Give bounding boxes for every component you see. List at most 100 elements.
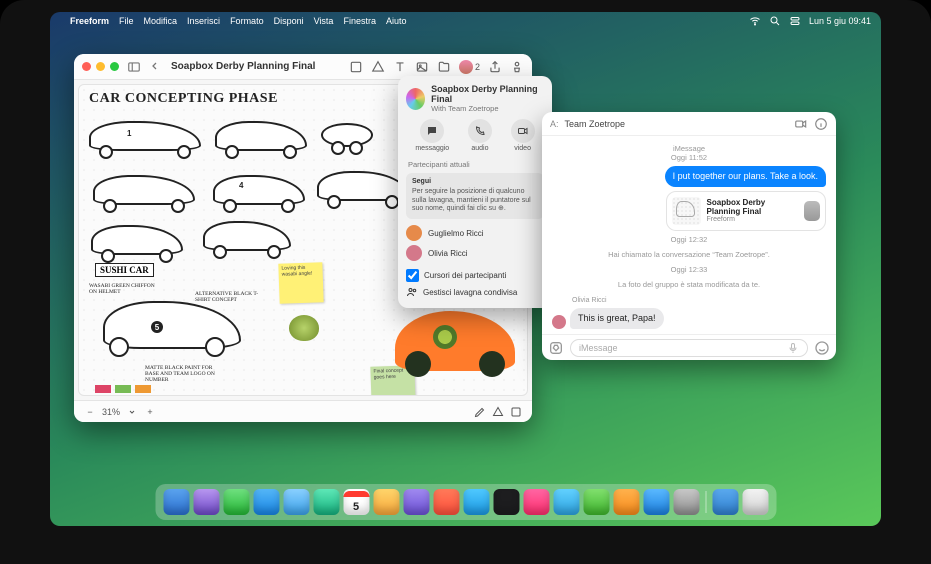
menu-edit[interactable]: Modifica bbox=[144, 16, 178, 26]
menu-file[interactable]: File bbox=[119, 16, 134, 26]
collaborators-badge[interactable]: 2 bbox=[459, 60, 480, 74]
dock-launchpad[interactable] bbox=[193, 489, 219, 515]
concept-sketch-2[interactable] bbox=[211, 113, 311, 159]
participant-1[interactable]: Guglielmo Ricci bbox=[406, 225, 544, 241]
menu-view[interactable]: Vista bbox=[314, 16, 334, 26]
wifi-icon[interactable] bbox=[749, 15, 761, 27]
participants-section-label: Partecipanti attuali bbox=[408, 160, 542, 169]
participant-2[interactable]: Olivia Ricci bbox=[406, 245, 544, 261]
dock-pages[interactable] bbox=[613, 489, 639, 515]
dock-reminders[interactable] bbox=[433, 489, 459, 515]
attachment-app-icon bbox=[804, 201, 820, 221]
message-recv-1[interactable]: This is great, Papa! bbox=[570, 308, 664, 329]
menu-format[interactable]: Formato bbox=[230, 16, 264, 26]
thread-meta-2: Oggi 12:32 bbox=[552, 235, 826, 244]
share-icon[interactable] bbox=[488, 60, 502, 74]
dock-freeform[interactable] bbox=[463, 489, 489, 515]
inspector-icon[interactable] bbox=[510, 60, 524, 74]
menubar: Freeform File Modifica Inserisci Formato… bbox=[50, 12, 881, 30]
thread-system-2: La foto del gruppo è stata modificata da… bbox=[552, 280, 826, 289]
memoji-icon[interactable] bbox=[814, 340, 830, 356]
clock[interactable]: Lun 5 giu 09:41 bbox=[809, 16, 871, 26]
message-avatar-1 bbox=[552, 315, 566, 329]
manage-shared-board-label: Gestisci lavagna condivisa bbox=[423, 288, 517, 297]
dock-numbers[interactable] bbox=[583, 489, 609, 515]
action-video[interactable]: video bbox=[511, 119, 535, 152]
action-message[interactable]: messaggio bbox=[415, 119, 449, 152]
anno-wasabi: WASABI GREEN CHIFFON ON HELMET bbox=[89, 283, 159, 295]
dock-separator bbox=[705, 491, 706, 513]
dock-facetime[interactable] bbox=[313, 489, 339, 515]
zoom-in-button[interactable]: + bbox=[144, 406, 156, 418]
concept-sketch-7[interactable] bbox=[87, 217, 187, 263]
dock-calendar[interactable]: 5 bbox=[343, 489, 369, 515]
message-input[interactable]: iMessage bbox=[570, 339, 808, 357]
window-minimize[interactable] bbox=[96, 62, 105, 71]
dock-appstore[interactable] bbox=[643, 489, 669, 515]
participant-cursors-toggle[interactable]: Cursori dei partecipanti bbox=[406, 267, 544, 284]
details-icon[interactable] bbox=[814, 117, 828, 131]
apps-icon[interactable] bbox=[548, 340, 564, 356]
dock-messages[interactable] bbox=[223, 489, 249, 515]
menu-window[interactable]: Finestra bbox=[343, 16, 376, 26]
dock-keynote[interactable] bbox=[553, 489, 579, 515]
dock-downloads[interactable] bbox=[712, 489, 738, 515]
zoom-level[interactable]: 31% bbox=[102, 407, 120, 417]
message-attachment[interactable]: Soapbox Derby Planning Final Freeform bbox=[666, 191, 826, 231]
insert-shape-icon[interactable] bbox=[371, 60, 385, 74]
dock-safari[interactable] bbox=[283, 489, 309, 515]
wasabi-image[interactable] bbox=[289, 315, 319, 341]
insert-file-icon[interactable] bbox=[437, 60, 451, 74]
sticky-note-yellow[interactable]: Loving this wasabi angle! bbox=[278, 262, 323, 304]
insert-sticky-icon[interactable] bbox=[349, 60, 363, 74]
manage-shared-board[interactable]: Gestisci lavagna condivisa bbox=[406, 284, 544, 300]
dock-tv[interactable] bbox=[493, 489, 519, 515]
menu-insert[interactable]: Inserisci bbox=[187, 16, 220, 26]
concept-sketch-3[interactable] bbox=[317, 115, 377, 155]
participant-1-avatar bbox=[406, 225, 422, 241]
dock-finder[interactable] bbox=[163, 489, 189, 515]
participant-2-name: Olivia Ricci bbox=[428, 249, 468, 258]
action-audio[interactable]: audio bbox=[468, 119, 492, 152]
message-sent-1[interactable]: I put together our plans. Take a look. bbox=[665, 166, 826, 187]
participant-cursors-checkbox[interactable] bbox=[406, 269, 419, 282]
message-sender-1: Olivia Ricci bbox=[572, 297, 826, 304]
popover-title: Soapbox Derby Planning Final bbox=[431, 84, 544, 104]
menu-arrange[interactable]: Disponi bbox=[274, 16, 304, 26]
zoom-menu-icon[interactable] bbox=[126, 406, 138, 418]
attachment-title: Soapbox Derby Planning Final bbox=[707, 198, 799, 216]
messages-window: A: Team Zoetrope iMessageOggi 11:52 I pu… bbox=[542, 112, 836, 360]
concept-sketch-1[interactable]: 1 bbox=[85, 113, 205, 159]
action-video-label: video bbox=[514, 145, 531, 152]
shape-tool-icon[interactable] bbox=[492, 406, 504, 418]
app-menu[interactable]: Freeform bbox=[70, 16, 109, 26]
dock-trash[interactable] bbox=[742, 489, 768, 515]
messages-thread[interactable]: iMessageOggi 11:52 I put together our pl… bbox=[542, 136, 836, 334]
pen-tool-icon[interactable] bbox=[474, 406, 486, 418]
dock-mail[interactable] bbox=[253, 489, 279, 515]
concept-sketch-5[interactable]: 4 bbox=[209, 167, 309, 213]
window-zoom[interactable] bbox=[110, 62, 119, 71]
menu-help[interactable]: Aiuto bbox=[386, 16, 407, 26]
back-icon[interactable] bbox=[149, 60, 163, 74]
final-concept-render[interactable] bbox=[395, 311, 515, 371]
spotlight-icon[interactable] bbox=[769, 15, 781, 27]
zoom-out-button[interactable]: − bbox=[84, 406, 96, 418]
navigator-icon[interactable] bbox=[510, 406, 522, 418]
freeform-title: Soapbox Derby Planning Final bbox=[171, 61, 341, 72]
action-message-label: messaggio bbox=[415, 145, 449, 152]
dictation-icon[interactable] bbox=[787, 342, 799, 354]
facetime-video-icon[interactable] bbox=[794, 117, 808, 131]
sidebar-toggle-icon[interactable] bbox=[127, 60, 141, 74]
concept-sketch-8[interactable] bbox=[199, 213, 295, 259]
concept-sketch-4[interactable] bbox=[89, 167, 199, 213]
window-close[interactable] bbox=[82, 62, 91, 71]
insert-text-icon[interactable] bbox=[393, 60, 407, 74]
control-center-icon[interactable] bbox=[789, 15, 801, 27]
insert-media-icon[interactable] bbox=[415, 60, 429, 74]
dock-podcasts[interactable] bbox=[403, 489, 429, 515]
dock-music[interactable] bbox=[523, 489, 549, 515]
dock-notes[interactable] bbox=[373, 489, 399, 515]
color-swatches bbox=[95, 385, 151, 393]
dock-settings[interactable] bbox=[673, 489, 699, 515]
